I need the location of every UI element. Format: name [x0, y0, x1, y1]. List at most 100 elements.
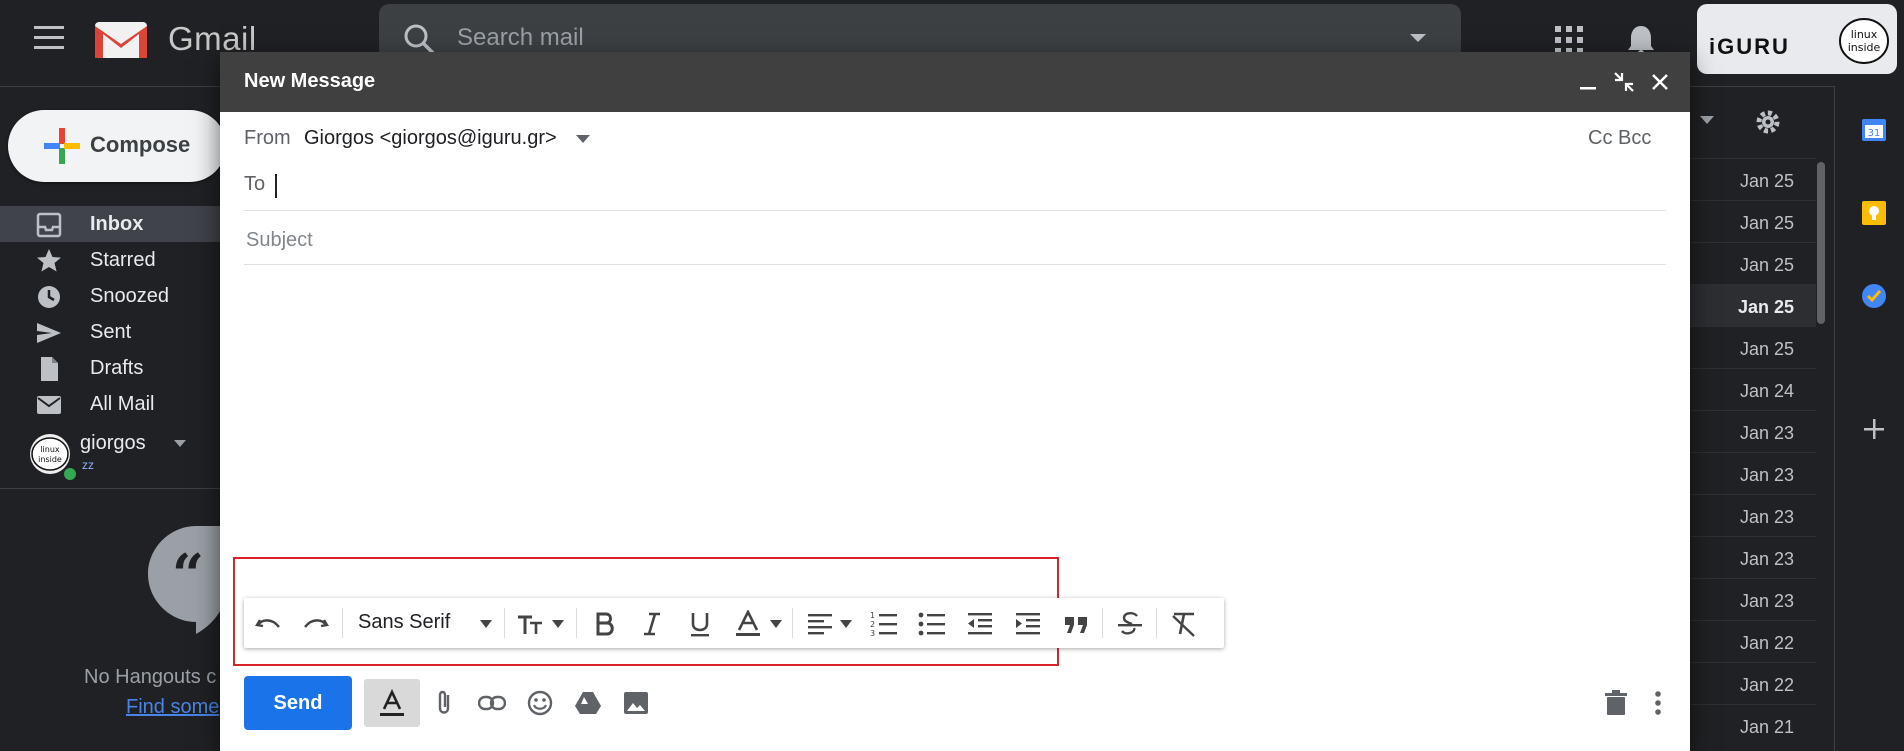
gmail-logo-icon[interactable]: [93, 18, 149, 60]
remove-formatting-icon[interactable]: [1170, 610, 1198, 638]
align-icon[interactable]: [806, 610, 834, 638]
hangouts-user-name[interactable]: giorgos: [80, 432, 146, 455]
discard-trash-icon[interactable]: [1602, 689, 1630, 717]
formatting-options-icon[interactable]: [378, 689, 406, 717]
table-row[interactable]: Jan 23: [1688, 536, 1816, 579]
add-addon-plus-icon[interactable]: [1861, 416, 1887, 442]
row-date: Jan 24: [1739, 381, 1794, 401]
redo-icon[interactable]: [302, 610, 330, 638]
row-date: Jan 25: [1737, 297, 1794, 317]
sidebar-item-all-mail[interactable]: All Mail: [0, 386, 222, 422]
sidebar-item-label: Snoozed: [90, 285, 169, 307]
list-chevron-down-icon[interactable]: [1700, 116, 1714, 126]
row-date: Jan 23: [1739, 549, 1794, 569]
subject-input[interactable]: [244, 224, 1648, 256]
table-row[interactable]: Jan 25: [1688, 242, 1816, 285]
compose-plus-icon[interactable]: [44, 128, 80, 164]
find-some-link[interactable]: Find some: [126, 696, 222, 719]
hangouts-status: zz: [82, 458, 94, 472]
sidebar-item-label: Sent: [90, 321, 132, 343]
to-input[interactable]: [274, 172, 1658, 202]
sidebar-item-sent[interactable]: Sent: [0, 314, 222, 350]
sidebar-item-starred[interactable]: Starred: [0, 242, 222, 278]
hangouts-chevron-down-icon[interactable]: [174, 440, 186, 448]
bulleted-list-icon[interactable]: [918, 610, 946, 638]
row-date: Jan 25: [1739, 213, 1794, 233]
close-icon[interactable]: [1648, 70, 1672, 94]
sidebar-item-inbox[interactable]: Inbox: [0, 206, 222, 242]
inbox-icon: [36, 212, 62, 238]
hangouts-quote-bubble-icon: “: [148, 526, 230, 634]
file-icon: [36, 356, 62, 382]
indent-more-icon[interactable]: [1014, 610, 1042, 638]
search-placeholder[interactable]: Search mail: [457, 24, 584, 52]
apps-grid-icon[interactable]: [1555, 26, 1583, 54]
font-family-select[interactable]: Sans Serif: [358, 611, 450, 634]
font-size-chevron-down-icon[interactable]: [552, 620, 564, 628]
table-row[interactable]: Jan 22: [1688, 662, 1816, 705]
google-drive-icon[interactable]: [574, 689, 602, 717]
table-row[interactable]: Jan 25: [1688, 326, 1816, 369]
row-date: Jan 23: [1739, 591, 1794, 611]
exit-fullscreen-icon[interactable]: [1612, 70, 1636, 94]
toolbar-divider: [342, 608, 343, 638]
settings-gear-icon[interactable]: [1754, 108, 1782, 136]
undo-icon[interactable]: [254, 610, 282, 638]
insert-link-icon[interactable]: [478, 689, 506, 717]
more-options-icon[interactable]: [1644, 689, 1672, 717]
bold-icon[interactable]: [590, 610, 618, 638]
table-row[interactable]: Jan 25: [1688, 158, 1816, 201]
quote-icon[interactable]: [1062, 610, 1090, 638]
numbered-list-icon[interactable]: 123: [870, 610, 898, 638]
message-list-scrollbar[interactable]: [1817, 162, 1825, 324]
align-chevron-down-icon[interactable]: [840, 620, 852, 628]
table-row[interactable]: Jan 22: [1688, 620, 1816, 663]
sidebar-item-snoozed[interactable]: Snoozed: [0, 278, 222, 314]
table-row[interactable]: Jan 23: [1688, 494, 1816, 537]
send-button[interactable]: Send: [244, 676, 352, 730]
table-row[interactable]: Jan 23: [1688, 578, 1816, 621]
from-chevron-down-icon[interactable]: [576, 135, 590, 143]
table-row[interactable]: Jan 23: [1688, 410, 1816, 453]
row-date: Jan 23: [1739, 465, 1794, 485]
table-row[interactable]: Jan 23: [1688, 452, 1816, 495]
row-date: Jan 25: [1739, 339, 1794, 359]
compose-header[interactable]: [220, 52, 1690, 112]
to-label: To: [244, 173, 266, 195]
table-row[interactable]: Jan 25: [1688, 284, 1816, 327]
sidebar-item-drafts[interactable]: Drafts: [0, 350, 222, 386]
table-row[interactable]: Jan 21: [1688, 704, 1816, 747]
indent-less-icon[interactable]: [966, 610, 994, 638]
keep-bulb-icon[interactable]: [1861, 200, 1887, 226]
insert-photo-icon[interactable]: [622, 689, 650, 717]
row-date: Jan 25: [1739, 171, 1794, 191]
calendar-icon[interactable]: 31: [1861, 116, 1887, 142]
svg-text:linux: linux: [1851, 28, 1878, 41]
tasks-check-icon[interactable]: [1861, 283, 1887, 309]
svg-text:linux: linux: [40, 445, 60, 454]
font-family-chevron-down-icon[interactable]: [480, 620, 492, 628]
linux-inside-logo-icon[interactable]: linux inside: [1838, 16, 1890, 66]
strikethrough-icon[interactable]: [1116, 610, 1144, 638]
compose-label[interactable]: Compose: [90, 132, 190, 158]
attach-paperclip-icon[interactable]: [430, 689, 458, 717]
search-icon[interactable]: [402, 22, 436, 56]
minimize-icon[interactable]: [1576, 70, 1600, 94]
hangouts-divider: [0, 488, 222, 489]
table-row[interactable]: Jan 24: [1688, 368, 1816, 411]
cc-bcc-links[interactable]: Cc Bcc: [1588, 127, 1651, 150]
italic-icon[interactable]: [638, 610, 666, 638]
emoji-icon[interactable]: [526, 689, 554, 717]
compose-window: New Message From Giorgos <giorgos@iguru.…: [220, 52, 1690, 751]
text-color-chevron-down-icon[interactable]: [770, 620, 782, 628]
message-body[interactable]: [244, 272, 1666, 592]
underline-icon[interactable]: [686, 610, 714, 638]
menu-icon[interactable]: [34, 26, 64, 50]
search-options-chevron-down-icon[interactable]: [1408, 32, 1428, 44]
from-address[interactable]: Giorgos <giorgos@iguru.gr>: [304, 127, 557, 150]
table-row[interactable]: Jan 25: [1688, 200, 1816, 243]
compose-title: New Message: [244, 70, 376, 92]
sidebar-item-label: Inbox: [90, 213, 144, 235]
text-color-icon[interactable]: [734, 610, 762, 638]
font-size-icon[interactable]: [516, 610, 544, 638]
